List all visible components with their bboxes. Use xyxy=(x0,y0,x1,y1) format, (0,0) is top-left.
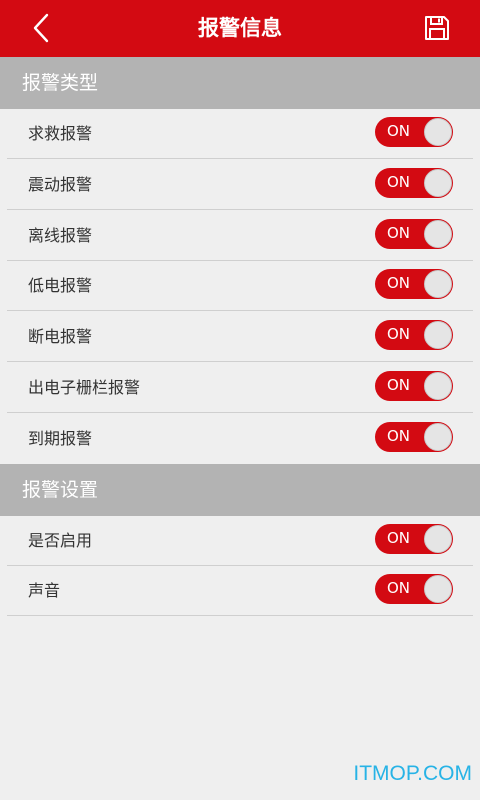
section-header-alarm-types: 报警类型 xyxy=(0,57,480,109)
list-item-sound: 声音 ON xyxy=(7,566,473,616)
list-item-low-battery-alarm: 低电报警 ON xyxy=(7,261,473,311)
list-item-offline-alarm: 离线报警 ON xyxy=(7,211,473,261)
toggle-knob xyxy=(424,118,452,146)
toggle-state: ON xyxy=(387,427,411,445)
toggle-knob xyxy=(424,321,452,349)
toggle-knob xyxy=(424,525,452,553)
alarm-info-screen: 报警信息 报警类型 求救报警 ON 震动报警 ON 离线报警 ON 低电报警 O… xyxy=(0,0,480,800)
toggle-switch[interactable]: ON xyxy=(375,117,453,147)
toggle-knob xyxy=(424,169,452,197)
toggle-knob xyxy=(424,423,452,451)
list-item-sos-alarm: 求救报警 ON xyxy=(7,109,473,159)
row-label: 断电报警 xyxy=(28,327,93,346)
toggle-knob xyxy=(424,270,452,298)
floppy-disk-icon xyxy=(425,16,449,40)
list-item-geofence-alarm: 出电子栅栏报警 ON xyxy=(7,363,473,413)
toggle-knob xyxy=(424,372,452,400)
list-item-enabled: 是否启用 ON xyxy=(7,516,473,566)
list-item-vibration-alarm: 震动报警 ON xyxy=(7,160,473,210)
toggle-state: ON xyxy=(387,579,411,597)
row-label: 低电报警 xyxy=(28,276,93,295)
save-button[interactable] xyxy=(424,15,450,41)
toggle-switch[interactable]: ON xyxy=(375,371,453,401)
toggle-switch[interactable]: ON xyxy=(375,168,453,198)
row-label: 是否启用 xyxy=(28,531,93,550)
toggle-switch[interactable]: ON xyxy=(375,320,453,350)
toggle-state: ON xyxy=(387,274,411,292)
row-label: 到期报警 xyxy=(28,429,93,448)
toggle-switch[interactable]: ON xyxy=(375,219,453,249)
watermark: ITMOP.COM xyxy=(353,762,472,785)
row-label: 离线报警 xyxy=(28,226,93,245)
row-label: 震动报警 xyxy=(28,175,93,194)
top-bar: 报警信息 xyxy=(0,0,480,57)
toggle-switch[interactable]: ON xyxy=(375,524,453,554)
toggle-state: ON xyxy=(387,122,411,140)
list-item-expiry-alarm: 到期报警 ON xyxy=(7,414,473,464)
toggle-state: ON xyxy=(387,224,411,242)
toggle-switch[interactable]: ON xyxy=(375,422,453,452)
toggle-switch[interactable]: ON xyxy=(375,269,453,299)
toggle-state: ON xyxy=(387,173,411,191)
toggle-knob xyxy=(424,575,452,603)
section-header-alarm-settings: 报警设置 xyxy=(0,464,480,516)
list-item-power-off-alarm: 断电报警 ON xyxy=(7,312,473,362)
row-label: 求救报警 xyxy=(28,124,93,143)
row-label: 声音 xyxy=(28,581,61,600)
toggle-state: ON xyxy=(387,529,411,547)
row-label: 出电子栅栏报警 xyxy=(28,378,141,397)
toggle-state: ON xyxy=(387,325,411,343)
toggle-knob xyxy=(424,220,452,248)
page-title: 报警信息 xyxy=(198,16,282,40)
toggle-state: ON xyxy=(387,376,411,394)
toggle-switch[interactable]: ON xyxy=(375,574,453,604)
